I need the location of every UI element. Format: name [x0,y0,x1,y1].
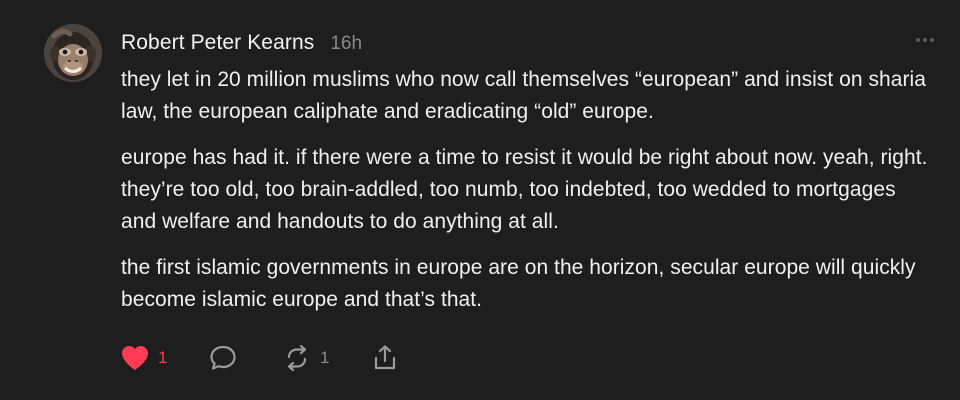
timestamp[interactable]: 16h [330,33,362,55]
repost-count: 1 [320,348,330,367]
share-icon [374,345,396,370]
action-bar: 1 1 [120,342,440,374]
post-card: Robert Peter Kearns 16h they let in 20 m… [0,0,960,400]
post-header: Robert Peter Kearns 16h [121,30,362,56]
comment-bubble-icon [210,345,236,370]
post-paragraph: they let in 20 million muslims who now c… [121,68,927,123]
avatar[interactable] [44,24,102,82]
like-count: 1 [158,348,168,367]
author-name[interactable]: Robert Peter Kearns [121,30,314,56]
post-paragraph: the first islamic governments in europe … [121,256,916,311]
repost-button[interactable]: 1 [282,342,329,374]
heart-icon [122,346,148,370]
chimp-avatar-icon [44,24,102,82]
reply-button[interactable] [208,342,238,374]
more-options-button[interactable] [912,28,938,52]
share-button[interactable] [370,342,400,374]
post-body: they let in 20 million muslims who now c… [121,64,931,330]
repost-icon [287,344,307,372]
like-button[interactable]: 1 [120,342,167,374]
post-paragraph: europe has had it. if there were a time … [121,146,928,233]
more-horizontal-icon [916,38,934,42]
